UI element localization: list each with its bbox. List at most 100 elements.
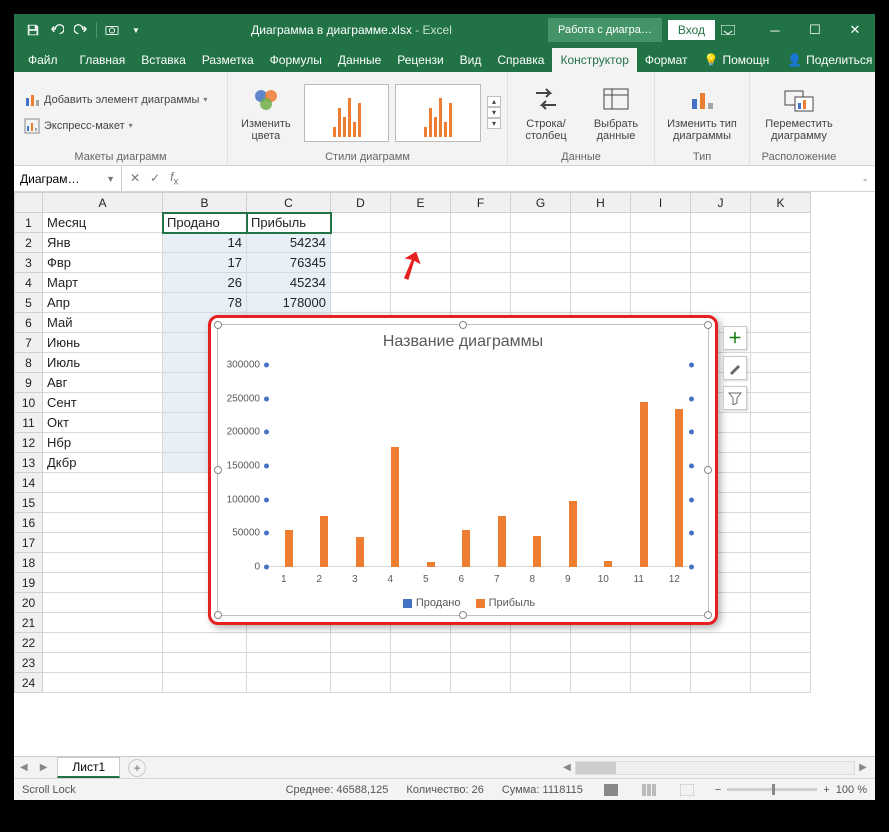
cell[interactable] <box>331 293 391 313</box>
cell[interactable]: 14 <box>163 233 247 253</box>
share-button[interactable]: 👤Поделиться <box>777 48 882 72</box>
chart-bar[interactable] <box>604 561 612 567</box>
cell[interactable] <box>391 633 451 653</box>
col-header[interactable]: J <box>691 193 751 213</box>
cell[interactable] <box>751 293 811 313</box>
chart-title[interactable]: Название диаграммы <box>218 325 708 355</box>
cell[interactable]: Продано <box>163 213 247 233</box>
cell[interactable] <box>331 273 391 293</box>
cell[interactable] <box>631 653 691 673</box>
cell[interactable] <box>751 393 811 413</box>
cell[interactable] <box>751 353 811 373</box>
row-header[interactable]: 13 <box>15 453 43 473</box>
col-header[interactable]: I <box>631 193 691 213</box>
tab-review[interactable]: Рецензи <box>389 48 451 72</box>
cell[interactable] <box>451 233 511 253</box>
cell[interactable]: 45234 <box>247 273 331 293</box>
cancel-icon[interactable]: ✕ <box>130 171 140 185</box>
hscroll-thumb[interactable] <box>576 762 616 774</box>
chart-elements-button[interactable]: ＋ <box>723 326 747 350</box>
chart-bar[interactable] <box>640 402 648 567</box>
cell[interactable]: Апр <box>43 293 163 313</box>
tab-layout[interactable]: Разметка <box>194 48 262 72</box>
tab-insert[interactable]: Вставка <box>133 48 194 72</box>
cell[interactable]: 78 <box>163 293 247 313</box>
cell[interactable] <box>43 593 163 613</box>
row-header[interactable]: 18 <box>15 553 43 573</box>
cell[interactable] <box>163 633 247 653</box>
cell[interactable] <box>691 673 751 693</box>
cell[interactable] <box>691 213 751 233</box>
cell[interactable] <box>571 673 631 693</box>
cell[interactable]: Окт <box>43 413 163 433</box>
chart-bar[interactable] <box>462 530 470 567</box>
chart-bar[interactable] <box>569 501 577 567</box>
cell[interactable] <box>163 673 247 693</box>
chart-styles-button[interactable] <box>723 356 747 380</box>
row-header[interactable]: 14 <box>15 473 43 493</box>
sheet-nav-prev[interactable]: ◀ <box>14 762 34 773</box>
zoom-level[interactable]: 100 % <box>836 784 867 796</box>
tell-me[interactable]: 💡Помощн <box>696 48 778 72</box>
row-header[interactable]: 24 <box>15 673 43 693</box>
cell[interactable] <box>511 273 571 293</box>
cell[interactable] <box>43 653 163 673</box>
tab-view[interactable]: Вид <box>452 48 490 72</box>
cell[interactable] <box>631 213 691 233</box>
qat-dropdown-icon[interactable]: ▼ <box>125 19 147 41</box>
row-header[interactable]: 9 <box>15 373 43 393</box>
minimize-button[interactable]: ─ <box>755 14 795 46</box>
cell[interactable]: Авг <box>43 373 163 393</box>
cell[interactable] <box>631 273 691 293</box>
move-chart-button[interactable]: Переместить диаграмму <box>756 79 842 147</box>
cell[interactable] <box>451 633 511 653</box>
cell[interactable] <box>247 633 331 653</box>
cell[interactable] <box>751 333 811 353</box>
row-header[interactable]: 21 <box>15 613 43 633</box>
cell[interactable] <box>511 253 571 273</box>
cell[interactable]: 17 <box>163 253 247 273</box>
col-header[interactable]: H <box>571 193 631 213</box>
zoom-in-button[interactable]: + <box>823 784 829 796</box>
cell[interactable] <box>43 493 163 513</box>
cell[interactable] <box>391 293 451 313</box>
select-data-button[interactable]: Выбрать данные <box>584 79 648 147</box>
col-header[interactable]: B <box>163 193 247 213</box>
col-header[interactable]: D <box>331 193 391 213</box>
cell[interactable]: Сент <box>43 393 163 413</box>
row-header[interactable]: 20 <box>15 593 43 613</box>
cell[interactable] <box>43 473 163 493</box>
hscroll-right[interactable]: ▶ <box>855 762 871 773</box>
row-header[interactable]: 15 <box>15 493 43 513</box>
cell[interactable]: Янв <box>43 233 163 253</box>
cell[interactable]: Июль <box>43 353 163 373</box>
cell[interactable] <box>451 253 511 273</box>
cell[interactable] <box>43 673 163 693</box>
cell[interactable] <box>751 613 811 633</box>
cell[interactable] <box>331 653 391 673</box>
row-header[interactable]: 11 <box>15 413 43 433</box>
worksheet-grid[interactable]: ABCDEFGHIJK1МесяцПроданоПрибыль2Янв14542… <box>14 192 875 756</box>
style-gallery-scroll[interactable]: ▴▾▾ <box>487 96 501 129</box>
col-header[interactable]: G <box>511 193 571 213</box>
chart-legend[interactable]: Продано Прибыль <box>218 597 708 609</box>
row-header[interactable]: 19 <box>15 573 43 593</box>
cell[interactable]: 178000 <box>247 293 331 313</box>
hscroll-track[interactable] <box>575 761 855 775</box>
cell[interactable] <box>43 513 163 533</box>
chart-bar[interactable] <box>391 447 399 567</box>
cell[interactable]: Нбр <box>43 433 163 453</box>
change-colors-button[interactable]: Изменить цвета <box>234 79 298 147</box>
cell[interactable] <box>571 253 631 273</box>
cell[interactable] <box>751 633 811 653</box>
add-chart-element-button[interactable]: Добавить элемент диаграммы▾ <box>20 90 211 110</box>
cell[interactable] <box>571 213 631 233</box>
cell[interactable]: Май <box>43 313 163 333</box>
cell[interactable] <box>631 673 691 693</box>
row-header[interactable]: 12 <box>15 433 43 453</box>
view-page-break-icon[interactable] <box>677 782 697 798</box>
embedded-chart[interactable]: ＋ Название диаграммы 0500001000001500002… <box>208 315 718 625</box>
sheet-nav-next[interactable]: ▶ <box>34 762 54 773</box>
cell[interactable] <box>751 493 811 513</box>
chart-bar[interactable] <box>356 537 364 567</box>
